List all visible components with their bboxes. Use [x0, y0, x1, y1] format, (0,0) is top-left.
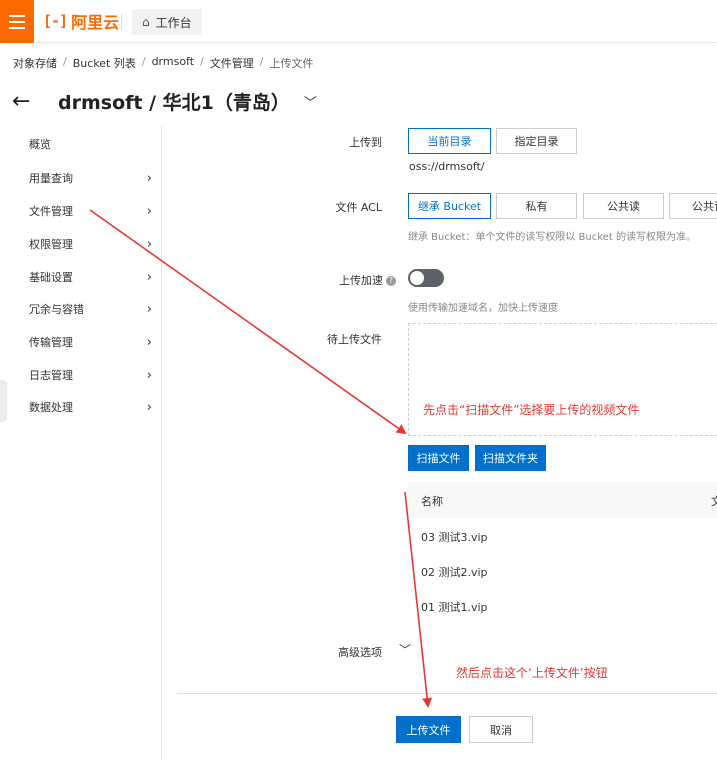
annotation-arrows — [89, 209, 433, 708]
arrow-to-scan-button — [89, 209, 407, 435]
arrow-to-upload-button — [404, 491, 433, 708]
